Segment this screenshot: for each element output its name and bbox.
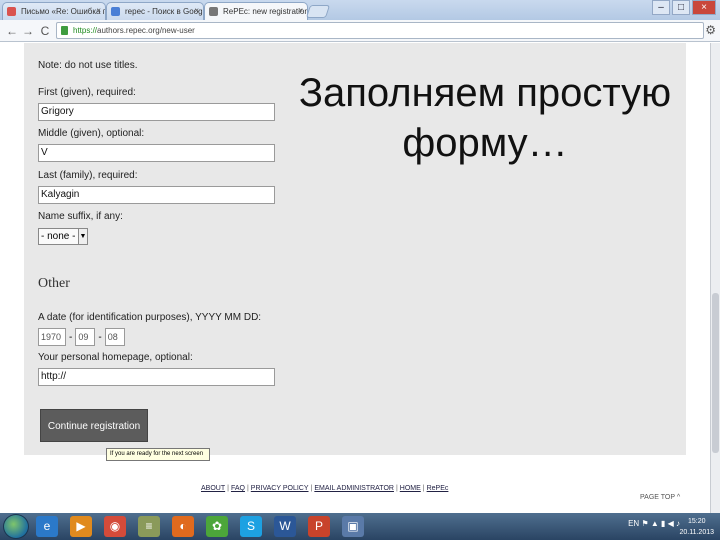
date-label: A date (for identification purposes), YY… [38, 312, 262, 323]
continue-tooltip: If you are ready for the next screen [106, 448, 210, 461]
window-controls: – □ × [652, 0, 716, 15]
date-month-field[interactable]: 09 [75, 328, 96, 346]
first-name-field[interactable]: Grigory [38, 103, 275, 121]
footer-link-about[interactable]: ABOUT [201, 485, 225, 492]
screen: Письмо «Re: Ошибка при» × repec - Поиск … [0, 0, 720, 540]
tray-icons: ⚑ ▲ ▮ ◀ ♪ [641, 519, 680, 528]
suffix-select[interactable]: - none - ▼ [38, 228, 88, 245]
url-path: authors.repec.org/new-user [97, 26, 195, 35]
slide-caption: Заполняем простую форму… [270, 68, 700, 168]
mail-tab-icon [7, 7, 16, 16]
homepage-field[interactable]: http:// [38, 368, 275, 386]
footer-link-privacy[interactable]: PRIVACY POLICY [251, 485, 309, 492]
date-inputs: 1970 - 09 - 08 [38, 328, 125, 346]
middle-name-label: Middle (given), optional: [38, 128, 145, 139]
ie-icon[interactable]: e [36, 516, 58, 537]
google-tab-icon [111, 7, 120, 16]
address-bar[interactable]: https://authors.repec.org/new-user [56, 22, 704, 39]
lock-icon [61, 26, 68, 35]
suffix-label: Name suffix, if any: [38, 211, 123, 222]
homepage-label: Your personal homepage, optional: [38, 352, 193, 363]
windows-taskbar: e ▶ ◉ ≡ ◐ ✿ S W P ▣ EN ⚑ ▲ ▮ ◀ ♪ 15:20 20.11.2013 [0, 513, 720, 540]
footer-link-home[interactable]: HOME [400, 485, 421, 492]
date-separator: - [98, 331, 102, 343]
clock-time: 15:20 [687, 518, 706, 525]
repec-tab-icon [209, 7, 218, 16]
scrollbar-thumb[interactable] [712, 293, 719, 453]
tab-label: repec - Поиск в Google [125, 7, 204, 16]
middle-name-field[interactable]: V [38, 144, 275, 162]
footer-link-faq[interactable]: FAQ [231, 485, 245, 492]
last-name-label: Last (family), required: [38, 170, 138, 181]
tab-strip: Письмо «Re: Ошибка при» × repec - Поиск … [0, 0, 720, 21]
media-player-icon[interactable]: ▶ [70, 516, 92, 537]
forward-button[interactable]: → [20, 23, 36, 39]
page-top-link[interactable]: PAGE TOP ^ [640, 494, 680, 501]
footer-separator: | [227, 485, 229, 492]
last-name-field[interactable]: Kalyagin [38, 186, 275, 204]
footer-separator: | [310, 485, 313, 492]
vertical-scrollbar[interactable] [710, 43, 720, 513]
url-scheme: https:// [73, 26, 98, 35]
close-window-button[interactable]: × [692, 0, 716, 15]
continue-registration-button[interactable]: Continue registration [40, 409, 148, 442]
restore-button[interactable]: □ [672, 0, 690, 15]
word-icon[interactable]: W [274, 516, 296, 537]
tab-close-icon[interactable]: × [96, 6, 101, 15]
footer-link-repec[interactable]: RePEc [427, 485, 449, 492]
note-text: Note: do not use titles. [38, 60, 138, 71]
new-tab-button[interactable] [305, 5, 331, 18]
suffix-value: - none - [41, 231, 76, 242]
firefox-icon[interactable]: ◐ [172, 516, 194, 537]
footer-links: ABOUT | FAQ | PRIVACY POLICY | EMAIL ADMINISTR… [201, 485, 448, 492]
tab-close-icon[interactable]: × [194, 6, 199, 15]
footer-separator: | [422, 485, 425, 492]
back-button[interactable]: ← [4, 23, 20, 39]
reload-button[interactable]: C [37, 23, 53, 39]
chevron-down-icon: ▼ [78, 229, 87, 244]
caption-line-2: форму… [402, 121, 568, 165]
footer-link-email[interactable]: EMAIL ADMINISTRATOR [314, 485, 394, 492]
minimize-button[interactable]: – [652, 0, 670, 15]
notepad-icon[interactable]: ≡ [138, 516, 160, 537]
clock[interactable]: 15:20 20.11.2013 [679, 516, 714, 538]
picture-viewer-icon[interactable]: ▣ [342, 516, 364, 537]
footer-separator: | [395, 485, 398, 492]
tab-label: RePEc: new registration [223, 7, 308, 16]
date-separator: - [69, 331, 73, 343]
caption-line-1: Заполняем простую [298, 71, 672, 115]
powerpoint-icon[interactable]: P [308, 516, 330, 537]
first-name-label: First (given), required: [38, 87, 136, 98]
tab-label: Письмо «Re: Ошибка при» [21, 7, 105, 16]
footer-separator: | [246, 485, 249, 492]
date-year-field[interactable]: 1970 [38, 328, 66, 346]
system-tray: EN ⚑ ▲ ▮ ◀ ♪ [628, 519, 680, 528]
date-day-field[interactable]: 08 [104, 328, 125, 346]
start-button[interactable] [3, 514, 29, 539]
tab-repec[interactable]: RePEc: new registration × [204, 2, 308, 21]
skype-icon[interactable]: S [240, 516, 262, 537]
tab-google[interactable]: repec - Поиск в Google × [106, 2, 204, 20]
clock-date: 20.11.2013 [679, 529, 714, 536]
chrome-icon[interactable]: ◉ [104, 516, 126, 537]
icq-icon[interactable]: ✿ [206, 516, 228, 537]
wrench-icon[interactable]: ⚙ [705, 23, 716, 37]
browser-toolbar: ← → C https://authors.repec.org/new-user… [0, 20, 720, 42]
tab-mail[interactable]: Письмо «Re: Ошибка при» × [2, 2, 106, 20]
tab-close-icon[interactable]: × [298, 6, 303, 15]
other-heading: Other [38, 276, 70, 291]
language-indicator[interactable]: EN [628, 519, 639, 528]
